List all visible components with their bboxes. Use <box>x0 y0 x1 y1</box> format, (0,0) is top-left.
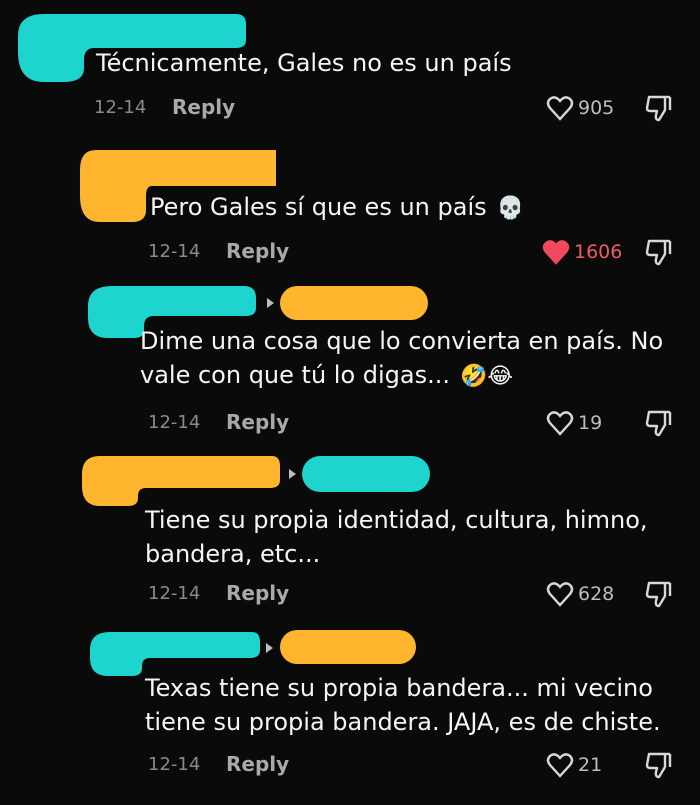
like-count: 19 <box>578 412 603 434</box>
reply-button[interactable]: Reply <box>226 410 289 434</box>
reply-to-arrow-icon <box>267 298 274 308</box>
redacted-username-blob <box>280 630 416 664</box>
dislike-icon[interactable] <box>644 750 674 780</box>
skull-emoji: 💀 <box>496 196 525 221</box>
reply-button[interactable]: Reply <box>226 752 289 776</box>
like-button[interactable]: 21 <box>546 752 602 778</box>
redacted-username-blob <box>302 456 430 492</box>
comment-text: Dime una cosa que lo convierta en país. … <box>140 327 664 389</box>
like-count: 905 <box>578 97 615 119</box>
like-count: 1606 <box>574 241 623 263</box>
heart-outline-icon <box>546 96 574 121</box>
comment-text: Técnicamente, Gales no es un país <box>96 49 512 77</box>
like-button[interactable]: 905 <box>546 95 614 121</box>
reply-button[interactable]: Reply <box>226 581 289 605</box>
redacted-username-blob <box>280 286 428 320</box>
reply-to-arrow-icon <box>266 643 273 653</box>
comment-date: 12-14 <box>148 241 201 262</box>
like-button[interactable]: 628 <box>546 581 614 607</box>
reply-button[interactable]: Reply <box>172 95 235 119</box>
comment-date: 12-14 <box>148 754 201 775</box>
redacted-username-blob <box>82 456 280 506</box>
laughing-emoji: 🤣😂 <box>460 364 514 389</box>
comment-date: 12-14 <box>94 97 147 118</box>
like-count: 628 <box>578 583 615 605</box>
dislike-icon[interactable] <box>644 408 674 438</box>
dislike-icon[interactable] <box>644 93 674 123</box>
like-button[interactable]: 1606 <box>542 239 622 265</box>
dislike-icon[interactable] <box>644 579 674 609</box>
heart-outline-icon <box>546 753 574 778</box>
like-button[interactable]: 19 <box>546 410 602 436</box>
comment-text: Texas tiene su propia bandera... mi veci… <box>145 674 661 736</box>
dislike-icon[interactable] <box>644 237 674 267</box>
heart-outline-icon <box>546 582 574 607</box>
comment-text: Pero Gales sí que es un país 💀 <box>150 193 525 221</box>
reply-to-arrow-icon <box>289 469 296 479</box>
comment-date: 12-14 <box>148 412 201 433</box>
comment-date: 12-14 <box>148 583 201 604</box>
reply-button[interactable]: Reply <box>226 239 289 263</box>
heart-filled-icon <box>542 240 570 265</box>
comment-text: Tiene su propia identidad, cultura, himn… <box>145 506 648 568</box>
like-count: 21 <box>578 754 603 776</box>
heart-outline-icon <box>546 411 574 436</box>
